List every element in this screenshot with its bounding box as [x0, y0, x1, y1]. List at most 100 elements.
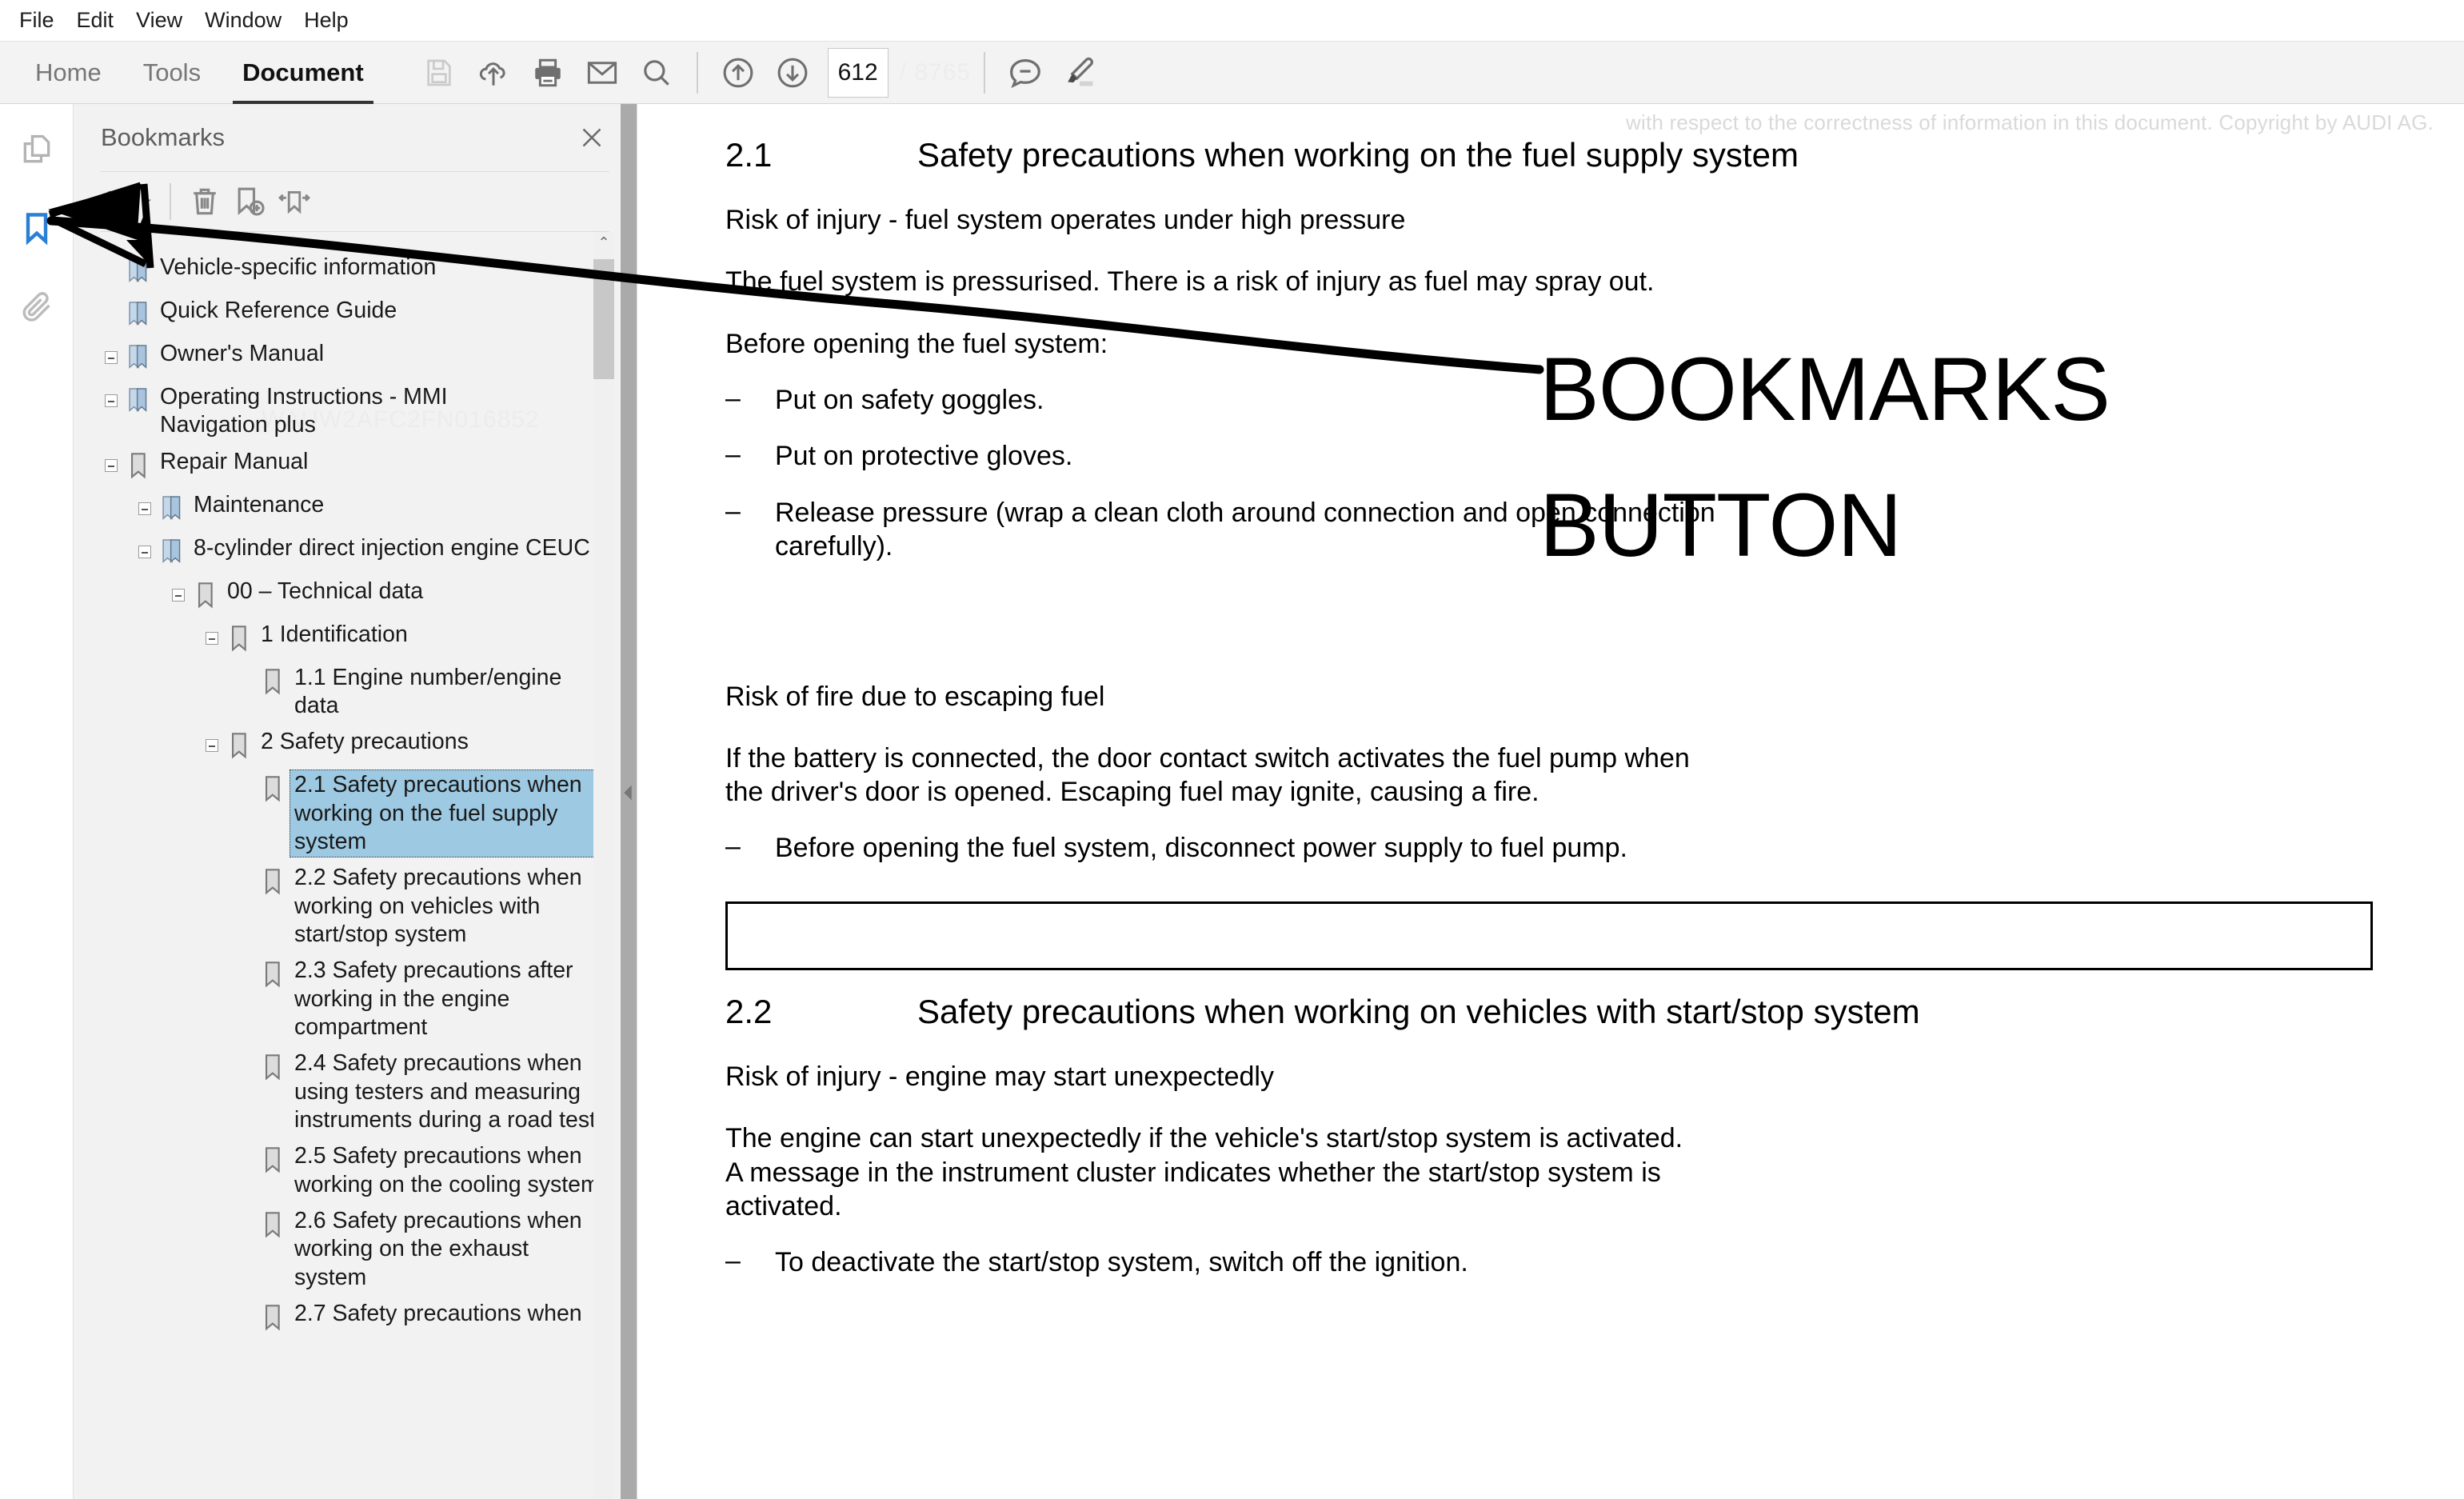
bookmark-tree-item[interactable]: 00 – Technical data: [74, 574, 605, 617]
bookmark-tree-item[interactable]: Quick Reference Guide: [74, 293, 605, 336]
double-bookmark-icon: [162, 495, 181, 520]
bookmark-item-icon: [256, 1298, 290, 1337]
bookmark-tree-item[interactable]: 1 Identification: [74, 617, 605, 660]
highlighter-icon: [1068, 57, 1094, 86]
content-subheading: Risk of injury - fuel system operates un…: [725, 205, 1406, 235]
next-page-button[interactable]: [765, 46, 820, 100]
bookmark-tree-item[interactable]: 2.1 Safety precautions when working on t…: [74, 767, 605, 860]
expand-toggle-icon[interactable]: [101, 382, 122, 420]
bullet-marker: –: [725, 1245, 741, 1276]
bookmark-item-label[interactable]: 1.1 Engine number/engine data: [290, 662, 605, 722]
bookmark-item-label[interactable]: 2.5 Safety precautions when working on t…: [290, 1141, 605, 1201]
previous-page-button[interactable]: [711, 46, 765, 100]
bookmarks-button[interactable]: [9, 200, 65, 256]
bookmark-item-label[interactable]: 1 Identification: [256, 619, 411, 650]
bookmark-item-label[interactable]: Repair Manual: [155, 446, 311, 478]
attachments-button[interactable]: [9, 278, 65, 334]
bookmark-item-label[interactable]: 2.3 Safety precautions after working in …: [290, 955, 605, 1043]
bookmark-tree-item[interactable]: 2 Safety precautions: [74, 724, 605, 767]
delete-bookmark-button[interactable]: [182, 177, 227, 226]
collapse-panel-grip[interactable]: [621, 774, 635, 811]
bookmark-tree-item[interactable]: 2.2 Safety precautions when working on v…: [74, 860, 605, 953]
bookmark-tree-item[interactable]: 1.1 Engine number/engine data: [74, 660, 605, 725]
bookmark-tree-item[interactable]: 2.5 Safety precautions when working on t…: [74, 1138, 605, 1203]
section-title: Safety precautions when working on vehic…: [917, 993, 1920, 1031]
single-bookmark-icon: [266, 1054, 280, 1081]
bookmark-tree-item[interactable]: 8-cylinder direct injection engine CEUC: [74, 530, 605, 574]
highlight-text-button[interactable]: [1052, 46, 1107, 100]
bookmark-item-icon: [256, 662, 290, 701]
page-thumbnails-button[interactable]: [9, 122, 65, 178]
attachments-icon: [22, 292, 50, 322]
new-bookmark-button[interactable]: [227, 177, 272, 226]
menu-item-view[interactable]: View: [130, 5, 198, 36]
expand-toggle-icon[interactable]: [202, 619, 222, 658]
tab-tools[interactable]: Tools: [122, 42, 222, 104]
menu-item-help[interactable]: Help: [298, 5, 365, 36]
tab-home[interactable]: Home: [14, 42, 122, 104]
save-button[interactable]: [412, 46, 466, 100]
tab-document[interactable]: Document: [222, 42, 385, 104]
bookmark-item-label[interactable]: 2.4 Safety precautions when using tester…: [290, 1048, 605, 1136]
expand-toggle-icon[interactable]: [134, 490, 155, 528]
single-bookmark-icon: [266, 961, 280, 988]
bookmark-item-icon: [122, 446, 155, 485]
menu-item-file[interactable]: File: [13, 5, 70, 36]
bookmarks-icon: [26, 213, 47, 246]
single-bookmark-icon: [266, 869, 280, 895]
expand-toggle-icon[interactable]: [101, 338, 122, 377]
save-icon: [426, 59, 451, 86]
menu-item-window[interactable]: Window: [198, 5, 298, 36]
page-number-input[interactable]: 612: [827, 47, 889, 98]
scrollbar-thumb[interactable]: [593, 259, 614, 379]
expand-toggle-icon[interactable]: [134, 533, 155, 571]
bookmark-item-label[interactable]: 2.6 Safety precautions when working on t…: [290, 1205, 605, 1293]
print-button[interactable]: [521, 46, 575, 100]
bookmark-item-label[interactable]: Operating Instructions - MMI Navigation …: [155, 382, 563, 442]
add-comment-button[interactable]: [998, 46, 1052, 100]
bookmark-tree-item[interactable]: 2.4 Safety precautions when using tester…: [74, 1045, 605, 1138]
toolbar-separator-2: [984, 51, 986, 94]
bookmark-item-label[interactable]: Vehicle-specific information: [155, 252, 439, 283]
page-thumbnails-icon: [23, 134, 50, 163]
bookmark-item-icon: [256, 862, 290, 901]
bookmark-item-label[interactable]: 8-cylinder direct injection engine CEUC: [189, 533, 593, 564]
bookmark-item-label[interactable]: Owner's Manual: [155, 338, 327, 370]
bookmark-item-label[interactable]: Quick Reference Guide: [155, 295, 400, 326]
bullet-text: Put on safety goggles.: [775, 385, 1044, 416]
bullet-marker: –: [725, 495, 741, 526]
bookmark-tree-item[interactable]: Owner's Manual: [74, 336, 605, 379]
menu-item-edit[interactable]: Edit: [70, 5, 130, 36]
bookmark-tree-item[interactable]: 2.3 Safety precautions after working in …: [74, 953, 605, 1045]
scroll-up-arrow[interactable]: ⌃: [593, 232, 614, 253]
bookmark-options-button[interactable]: [99, 177, 158, 226]
expand-toggle-icon[interactable]: [101, 446, 122, 485]
expand-toggle-icon[interactable]: [168, 576, 189, 614]
bookmark-item-label[interactable]: 00 – Technical data: [222, 576, 426, 607]
bookmark-item-label[interactable]: 2 Safety precautions: [256, 726, 472, 757]
bookmark-item-icon: [222, 619, 256, 658]
bookmarks-scrollbar[interactable]: ⌃: [593, 232, 614, 1499]
bookmarks-panel-header: Bookmarks: [74, 104, 637, 171]
trash-icon: [194, 188, 216, 215]
document-viewer[interactable]: with respect to the correctness of infor…: [637, 104, 2464, 1499]
bookmark-tree-item[interactable]: Operating Instructions - MMI Navigation …: [74, 379, 605, 444]
expand-collapse-bookmark-button[interactable]: [272, 177, 317, 226]
bookmark-item-label[interactable]: 2.7 Safety precautions when: [290, 1298, 585, 1329]
bookmark-tree-item[interactable]: Vehicle-specific information: [74, 250, 605, 293]
close-panel-button[interactable]: [569, 115, 614, 160]
bookmark-item-label[interactable]: 2.2 Safety precautions when working on v…: [290, 862, 605, 950]
email-button[interactable]: [575, 46, 629, 100]
upload-to-cloud-button[interactable]: [466, 46, 521, 100]
search-button[interactable]: [629, 46, 684, 100]
bookmark-tree-item[interactable]: Repair Manual: [74, 444, 605, 487]
bookmark-tree-item[interactable]: Maintenance: [74, 487, 605, 530]
bookmark-tree-item[interactable]: 2.6 Safety precautions when working on t…: [74, 1203, 605, 1296]
bookmark-item-label[interactable]: Maintenance: [189, 490, 327, 521]
expand-toggle-icon[interactable]: [202, 726, 222, 765]
bookmarks-toolbar: [74, 172, 637, 231]
bookmarks-tree[interactable]: Vehicle-specific information Quick Refer…: [74, 232, 637, 1499]
single-bookmark-icon: [266, 1147, 280, 1173]
bookmark-item-label[interactable]: 2.1 Safety precautions when working on t…: [290, 769, 605, 858]
bookmark-tree-item[interactable]: 2.7 Safety precautions when: [74, 1296, 605, 1339]
